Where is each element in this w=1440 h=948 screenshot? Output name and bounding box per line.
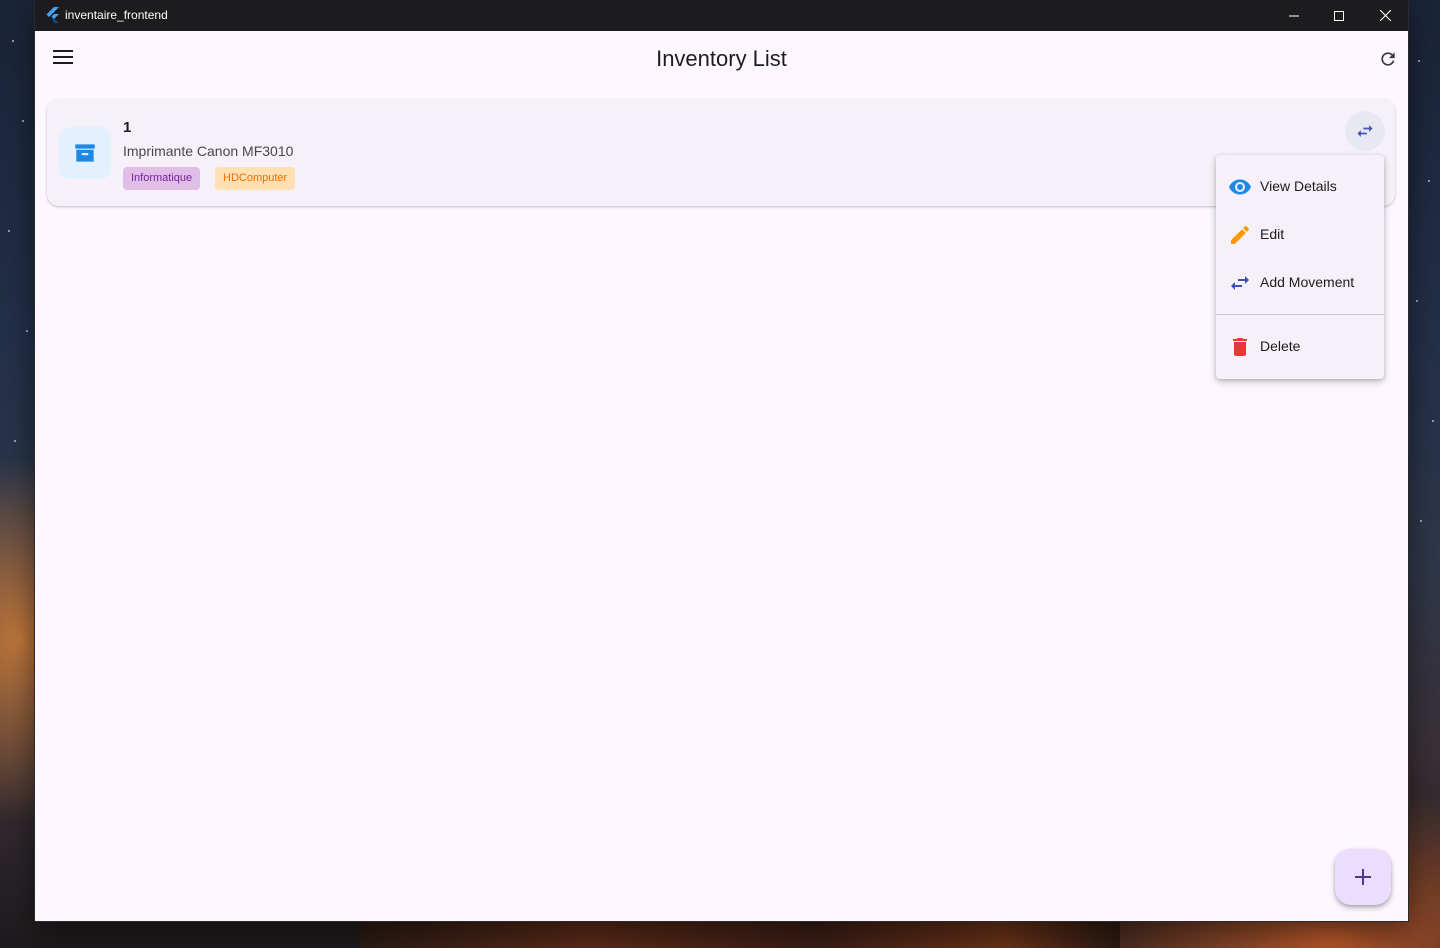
flutter-logo-icon <box>46 7 59 23</box>
inventory-item-card[interactable]: 1 Imprimante Canon MF3010 Informatique H… <box>47 99 1395 206</box>
item-context-menu: View Details Edit Add Movement Delete <box>1216 155 1384 379</box>
menu-item-view-details[interactable]: View Details <box>1216 163 1384 211</box>
menu-item-label: Add Movement <box>1260 274 1355 290</box>
wallpaper-star <box>12 40 14 42</box>
eye-icon <box>1228 175 1252 199</box>
menu-item-edit[interactable]: Edit <box>1216 211 1384 259</box>
app-window: inventaire_frontend Inventory List 1 Imp… <box>35 0 1408 921</box>
wallpaper-star <box>14 440 16 442</box>
wallpaper-star <box>26 330 28 332</box>
window-title: inventaire_frontend <box>65 8 168 22</box>
wallpaper-star <box>1416 300 1418 302</box>
wallpaper-star <box>22 120 24 122</box>
minimize-icon <box>1289 15 1299 16</box>
wallpaper-road <box>360 922 1120 948</box>
close-icon <box>1379 10 1391 21</box>
menu-item-delete[interactable]: Delete <box>1216 323 1384 371</box>
app-bar: Inventory List <box>35 31 1408 89</box>
item-actions-button[interactable] <box>1345 111 1385 151</box>
item-name: Imprimante Canon MF3010 <box>123 143 294 159</box>
wallpaper-star <box>1418 60 1420 62</box>
menu-divider <box>1216 314 1384 315</box>
menu-item-label: Delete <box>1260 338 1301 354</box>
refresh-button[interactable] <box>1368 39 1408 79</box>
category-chip: Informatique <box>123 167 201 190</box>
wallpaper-star <box>8 230 10 232</box>
close-button[interactable] <box>1362 0 1408 31</box>
menu-item-label: View Details <box>1260 178 1337 194</box>
inventory-box-icon <box>59 127 111 179</box>
maximize-button[interactable] <box>1316 0 1362 31</box>
add-item-fab[interactable] <box>1335 849 1391 905</box>
trash-icon <box>1228 335 1252 359</box>
swap-horiz-icon <box>1228 271 1252 295</box>
swap-horiz-icon <box>1357 125 1373 137</box>
wallpaper-star <box>1428 180 1430 182</box>
item-number: 1 <box>123 119 132 136</box>
page-title: Inventory List <box>656 46 787 71</box>
maximize-icon <box>1334 10 1344 21</box>
menu-item-add-movement[interactable]: Add Movement <box>1216 259 1384 307</box>
window-titlebar: inventaire_frontend <box>35 0 1408 31</box>
location-chip: HDComputer <box>215 167 296 190</box>
wallpaper-star <box>1432 420 1434 422</box>
pencil-icon <box>1228 223 1252 247</box>
add-icon <box>1355 869 1371 885</box>
wallpaper-star <box>1420 520 1422 522</box>
menu-item-label: Edit <box>1260 226 1285 242</box>
inventory-box-glyph <box>75 144 95 162</box>
refresh-icon <box>1381 52 1395 66</box>
minimize-button[interactable] <box>1271 0 1317 31</box>
